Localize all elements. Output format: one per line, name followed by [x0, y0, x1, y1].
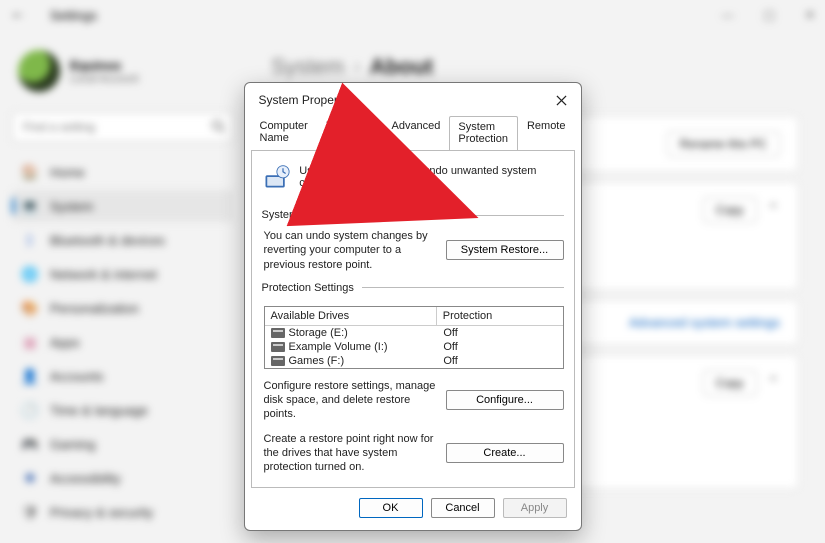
rename-pc-button[interactable]: Rename this PC — [667, 131, 780, 157]
ok-button[interactable]: OK — [359, 498, 423, 518]
personalization-icon: 🎨 — [22, 300, 38, 316]
network-icon: 🌐 — [22, 266, 38, 282]
dialog-close-button[interactable] — [553, 91, 571, 109]
app-title: Settings — [50, 8, 97, 23]
cancel-button[interactable]: Cancel — [431, 498, 495, 518]
tab-remote[interactable]: Remote — [518, 115, 575, 149]
bluetooth-icon: ᛒ — [22, 232, 38, 248]
tab-computer-name[interactable]: Computer Name — [251, 115, 317, 149]
user-sub: Local Account — [70, 73, 139, 85]
search-input[interactable] — [12, 112, 233, 142]
apply-button[interactable]: Apply — [503, 498, 567, 518]
search-icon — [211, 119, 225, 138]
system-properties-dialog: System Properties Computer Name Hardware… — [244, 82, 582, 531]
sidebar-item-personalization[interactable]: 🎨Personalization — [12, 292, 233, 324]
copy-button-2[interactable]: Copy — [703, 370, 757, 396]
shield-icon: 🛡 — [22, 504, 38, 520]
group-protection-settings: Protection Settings — [262, 282, 564, 294]
minimize-button[interactable]: — — [722, 8, 734, 22]
sidebar-item-network[interactable]: 🌐Network & internet — [12, 258, 233, 290]
avatar — [18, 50, 60, 92]
disk-icon — [271, 328, 285, 338]
home-icon: 🏠 — [22, 164, 38, 180]
drive-row[interactable]: Storage (E:) Off — [265, 326, 563, 340]
breadcrumb-sep-icon: › — [354, 58, 359, 76]
dialog-tabs: Computer Name Hardware Advanced System P… — [245, 115, 581, 150]
group-system-restore: System Restore — [262, 209, 564, 221]
sidebar-item-home[interactable]: 🏠Home — [12, 156, 233, 188]
sidebar-item-bluetooth[interactable]: ᛒBluetooth & devices — [12, 224, 233, 256]
disk-icon — [271, 342, 285, 352]
advanced-system-settings-link[interactable]: Advanced system settings — [629, 315, 780, 330]
window-close-button[interactable]: ✕ — [805, 8, 815, 22]
accessibility-icon: ✺ — [22, 470, 38, 486]
sidebar-item-privacy[interactable]: 🛡Privacy & security — [12, 496, 233, 528]
protection-icon — [262, 161, 292, 193]
chevron-up-icon: ⌃ — [767, 200, 780, 220]
disk-icon — [271, 356, 285, 366]
drive-row[interactable]: Games (F:) Off — [265, 354, 563, 368]
configure-button[interactable]: Configure... — [446, 390, 564, 410]
dialog-title: System Properties — [259, 93, 357, 107]
tab-system-protection[interactable]: System Protection — [449, 116, 518, 150]
create-text: Create a restore point right now for the… — [264, 432, 436, 475]
breadcrumb-parent[interactable]: System — [271, 54, 344, 80]
drives-table[interactable]: Available Drives Protection Storage (E:)… — [264, 306, 564, 369]
user-name: Equinox — [70, 58, 139, 73]
col-available-drives[interactable]: Available Drives — [265, 307, 437, 326]
sidebar-item-accessibility[interactable]: ✺Accessibility — [12, 462, 233, 494]
create-button[interactable]: Create... — [446, 443, 564, 463]
sidebar-item-time-language[interactable]: 🕑Time & language — [12, 394, 233, 426]
nav: 🏠Home 💻System ᛒBluetooth & devices 🌐Netw… — [12, 156, 233, 528]
sidebar-item-accounts[interactable]: 👤Accounts — [12, 360, 233, 392]
restore-text: You can undo system changes by reverting… — [264, 229, 436, 272]
clock-icon: 🕑 — [22, 402, 38, 418]
system-icon: 💻 — [22, 198, 38, 214]
intro-text: Use system protection to undo unwanted s… — [299, 165, 563, 189]
breadcrumb: System › About — [271, 54, 799, 80]
system-restore-button[interactable]: System Restore... — [446, 240, 564, 260]
user-block[interactable]: Equinox Local Account — [12, 40, 233, 106]
sidebar-item-apps[interactable]: ▦Apps — [12, 326, 233, 358]
col-protection[interactable]: Protection — [437, 307, 563, 326]
tab-hardware[interactable]: Hardware — [317, 115, 383, 149]
drive-row[interactable]: Example Volume (I:) Off — [265, 340, 563, 354]
sidebar-item-system[interactable]: 💻System — [12, 190, 233, 222]
configure-text: Configure restore settings, manage disk … — [264, 379, 436, 422]
tab-advanced[interactable]: Advanced — [382, 115, 449, 149]
chevron-up-icon: ⌃ — [767, 373, 780, 393]
maximize-button[interactable]: ▢ — [764, 8, 775, 22]
gaming-icon: 🎮 — [22, 436, 38, 452]
apps-icon: ▦ — [22, 334, 38, 350]
copy-button[interactable]: Copy — [703, 197, 757, 223]
page-title: About — [370, 54, 434, 80]
back-icon[interactable]: ← — [10, 5, 30, 25]
accounts-icon: 👤 — [22, 368, 38, 384]
sidebar-item-gaming[interactable]: 🎮Gaming — [12, 428, 233, 460]
